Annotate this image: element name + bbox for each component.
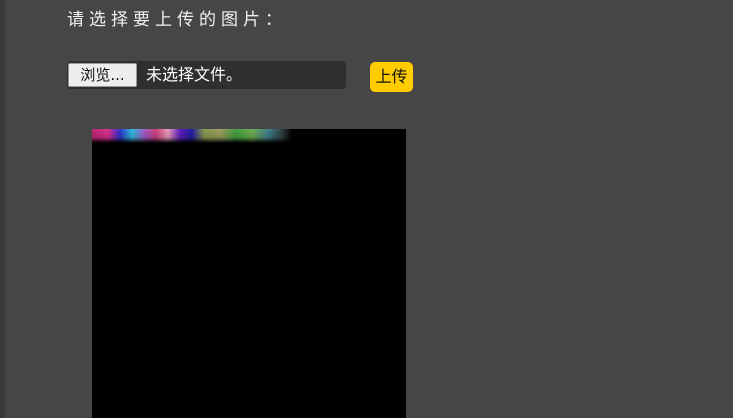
window-edge bbox=[0, 0, 5, 418]
image-preview bbox=[92, 129, 406, 418]
preview-color-strip bbox=[92, 129, 292, 143]
upload-button[interactable]: 上传 bbox=[370, 62, 413, 92]
upload-prompt: 请选择要上传的图片： bbox=[67, 10, 287, 30]
file-input[interactable]: 浏览... 未选择文件。 bbox=[67, 61, 346, 89]
file-status-text: 未选择文件。 bbox=[146, 65, 243, 84]
browse-button[interactable]: 浏览... bbox=[68, 63, 137, 87]
